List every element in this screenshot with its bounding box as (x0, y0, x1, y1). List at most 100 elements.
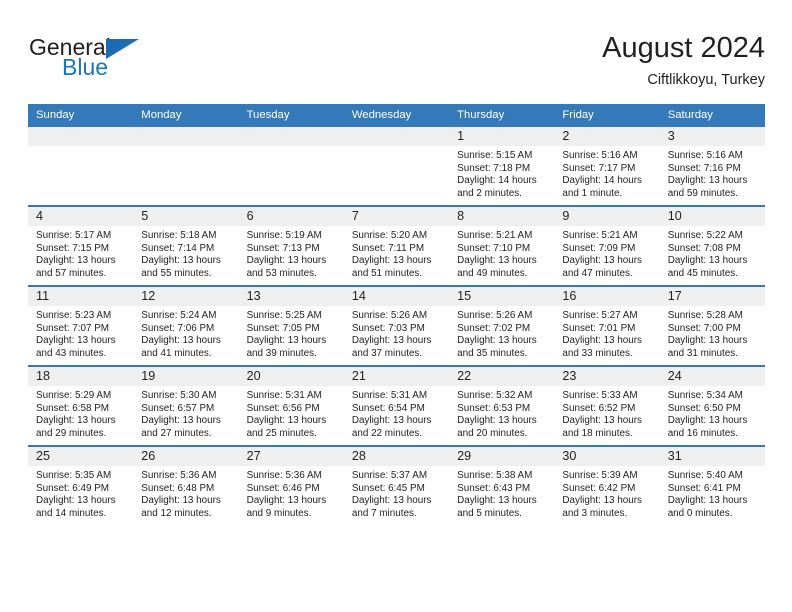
sunrise-text: Sunrise: 5:19 AM (246, 230, 322, 241)
weekday-header-friday: Friday (554, 104, 660, 127)
page-header: General Blue August 2024 Ciftlikkoyu, Tu… (0, 0, 792, 95)
day-cell[interactable]: 23 Sunrise: 5:33 AM Sunset: 6:52 PM Dayligh… (554, 365, 660, 446)
day-cell[interactable]: 28 Sunrise: 5:37 AM Sunset: 6:45 PM Dayligh… (343, 445, 450, 525)
daylight-text-line1: Daylight: 13 hours (457, 255, 537, 267)
day-number: 29 (449, 447, 555, 466)
day-cell[interactable]: 31 Sunrise: 5:40 AM Sunset: 6:41 PM Dayligh… (659, 445, 765, 525)
sunrise-text: Sunrise: 5:39 AM (562, 470, 638, 481)
sunrise-text: Sunrise: 5:28 AM (667, 310, 743, 321)
day-details: Sunrise: 5:34 AM Sunset: 6:50 PM Daylight:… (660, 386, 765, 440)
day-cell[interactable]: 29 Sunrise: 5:38 AM Sunset: 6:43 PM Dayligh… (449, 445, 555, 525)
day-cell[interactable]: 24 Sunrise: 5:34 AM Sunset: 6:50 PM Dayligh… (659, 365, 765, 446)
day-details: Sunrise: 5:22 AM Sunset: 7:08 PM Daylight:… (660, 226, 765, 280)
daylight-text-line2: and 53 minutes. (246, 267, 317, 279)
day-number: 10 (659, 207, 765, 226)
sunset-text: Sunset: 6:42 PM (562, 482, 636, 494)
day-number: 16 (554, 287, 660, 306)
day-cell[interactable]: 3 Sunrise: 5:16 AM Sunset: 7:16 PM Daylight… (659, 127, 765, 206)
day-cell[interactable]: 14 Sunrise: 5:26 AM Sunset: 7:03 PM Dayligh… (343, 285, 450, 366)
day-cell[interactable]: 25 Sunrise: 5:35 AM Sunset: 6:49 PM Dayligh… (28, 445, 134, 525)
weekday-header-wednesday: Wednesday (343, 104, 450, 127)
daylight-text-line1: Daylight: 13 hours (667, 175, 748, 187)
day-details: Sunrise: 5:25 AM Sunset: 7:05 PM Daylight:… (239, 306, 344, 360)
sunrise-text: Sunrise: 5:35 AM (36, 470, 112, 481)
day-number: 9 (554, 207, 660, 226)
daylight-text-line2: and 27 minutes. (141, 427, 212, 439)
day-number: 21 (343, 367, 450, 386)
day-cell[interactable]: 15 Sunrise: 5:26 AM Sunset: 7:02 PM Dayligh… (449, 285, 555, 366)
sunrise-text: Sunrise: 5:22 AM (667, 230, 743, 241)
daylight-text-line1: Daylight: 13 hours (351, 415, 432, 427)
day-details: Sunrise: 5:36 AM Sunset: 6:46 PM Daylight:… (239, 466, 344, 520)
day-cell[interactable]: 22 Sunrise: 5:32 AM Sunset: 6:53 PM Dayligh… (449, 365, 555, 446)
day-number: 30 (554, 447, 660, 466)
daylight-text-line1: Daylight: 13 hours (457, 415, 537, 427)
day-cell[interactable]: 20 Sunrise: 5:31 AM Sunset: 6:56 PM Dayligh… (238, 365, 344, 446)
sunset-text: Sunset: 6:43 PM (457, 482, 531, 494)
weekday-header-monday: Monday (133, 104, 239, 127)
day-cell[interactable]: 17 Sunrise: 5:28 AM Sunset: 7:00 PM Dayligh… (659, 285, 765, 366)
sunrise-text: Sunrise: 5:25 AM (246, 310, 322, 321)
day-number: 13 (238, 287, 344, 306)
sunset-text: Sunset: 7:03 PM (351, 322, 425, 334)
day-cell[interactable]: 6 Sunrise: 5:19 AM Sunset: 7:13 PM Daylight… (238, 205, 344, 286)
day-cell[interactable]: 5 Sunrise: 5:18 AM Sunset: 7:14 PM Daylight… (133, 205, 239, 286)
day-cell[interactable]: 27 Sunrise: 5:36 AM Sunset: 6:46 PM Dayligh… (238, 445, 344, 525)
sunset-text: Sunset: 6:52 PM (562, 402, 636, 414)
sunset-text: Sunset: 7:14 PM (141, 242, 215, 254)
daylight-text-line2: and 55 minutes. (141, 267, 212, 279)
day-details: Sunrise: 5:21 AM Sunset: 7:09 PM Daylight:… (554, 226, 659, 280)
day-number: 5 (133, 207, 239, 226)
page-title: August 2024 (602, 32, 765, 64)
day-details: Sunrise: 5:19 AM Sunset: 7:13 PM Daylight:… (239, 226, 344, 280)
sunrise-text: Sunrise: 5:21 AM (562, 230, 638, 241)
daylight-text-line2: and 25 minutes. (246, 427, 317, 439)
sunset-text: Sunset: 6:58 PM (36, 402, 110, 414)
daylight-text-line2: and 59 minutes. (667, 187, 738, 199)
day-number (28, 127, 134, 146)
sunset-text: Sunset: 7:16 PM (667, 162, 741, 174)
day-cell[interactable]: 30 Sunrise: 5:39 AM Sunset: 6:42 PM Dayligh… (554, 445, 660, 525)
sunrise-text: Sunrise: 5:34 AM (667, 390, 743, 401)
day-cell[interactable]: 21 Sunrise: 5:31 AM Sunset: 6:54 PM Dayligh… (343, 365, 450, 446)
day-details: Sunrise: 5:24 AM Sunset: 7:06 PM Daylight:… (133, 306, 238, 360)
day-cell[interactable]: 1 Sunrise: 5:15 AM Sunset: 7:18 PM Daylight… (449, 127, 555, 206)
day-cell[interactable]: 4 Sunrise: 5:17 AM Sunset: 7:15 PM Daylight… (28, 205, 134, 286)
daylight-text-line1: Daylight: 13 hours (351, 495, 432, 507)
day-cell[interactable]: 2 Sunrise: 5:16 AM Sunset: 7:17 PM Daylight… (554, 127, 660, 206)
day-cell[interactable]: 10 Sunrise: 5:22 AM Sunset: 7:08 PM Dayligh… (659, 205, 765, 286)
daylight-text-line2: and 20 minutes. (457, 427, 528, 439)
daylight-text-line1: Daylight: 13 hours (351, 255, 432, 267)
day-cell[interactable]: 18 Sunrise: 5:29 AM Sunset: 6:58 PM Dayligh… (28, 365, 134, 446)
sunset-text: Sunset: 7:07 PM (36, 322, 110, 334)
daylight-text-line2: and 43 minutes. (36, 347, 107, 359)
day-cell[interactable]: 12 Sunrise: 5:24 AM Sunset: 7:06 PM Dayligh… (133, 285, 239, 366)
daylight-text-line1: Daylight: 14 hours (562, 175, 642, 187)
day-cell[interactable]: 19 Sunrise: 5:30 AM Sunset: 6:57 PM Dayligh… (133, 365, 239, 446)
day-cell[interactable]: 13 Sunrise: 5:25 AM Sunset: 7:05 PM Dayligh… (238, 285, 344, 366)
day-number: 11 (28, 287, 134, 306)
day-details: Sunrise: 5:39 AM Sunset: 6:42 PM Daylight:… (554, 466, 659, 520)
sunrise-text: Sunrise: 5:26 AM (351, 310, 428, 321)
sunrise-text: Sunrise: 5:33 AM (562, 390, 638, 401)
day-number: 1 (449, 127, 555, 146)
day-details: Sunrise: 5:21 AM Sunset: 7:10 PM Daylight:… (449, 226, 554, 280)
sunrise-text: Sunrise: 5:24 AM (141, 310, 217, 321)
sunset-text: Sunset: 7:05 PM (246, 322, 320, 334)
weekday-header-tuesday: Tuesday (238, 104, 344, 127)
day-cell[interactable]: 11 Sunrise: 5:23 AM Sunset: 7:07 PM Dayligh… (28, 285, 134, 366)
day-number: 6 (238, 207, 344, 226)
day-cell[interactable]: 7 Sunrise: 5:20 AM Sunset: 7:11 PM Daylight… (343, 205, 450, 286)
day-cell[interactable]: 26 Sunrise: 5:36 AM Sunset: 6:48 PM Dayligh… (133, 445, 239, 525)
daylight-text-line2: and 57 minutes. (36, 267, 107, 279)
day-cell[interactable]: 9 Sunrise: 5:21 AM Sunset: 7:09 PM Daylight… (554, 205, 660, 286)
day-cell[interactable]: 16 Sunrise: 5:27 AM Sunset: 7:01 PM Dayligh… (554, 285, 660, 366)
day-cell[interactable]: 8 Sunrise: 5:21 AM Sunset: 7:10 PM Daylight… (449, 205, 555, 286)
page-subtitle-location: Ciftlikkoyu, Turkey (647, 72, 765, 88)
daylight-text-line2: and 37 minutes. (351, 347, 423, 359)
day-number: 12 (133, 287, 239, 306)
general-blue-logo[interactable]: General Blue (29, 34, 209, 84)
day-details: Sunrise: 5:18 AM Sunset: 7:14 PM Daylight:… (133, 226, 238, 280)
daylight-text-line1: Daylight: 13 hours (562, 255, 642, 267)
sunrise-text: Sunrise: 5:29 AM (36, 390, 112, 401)
